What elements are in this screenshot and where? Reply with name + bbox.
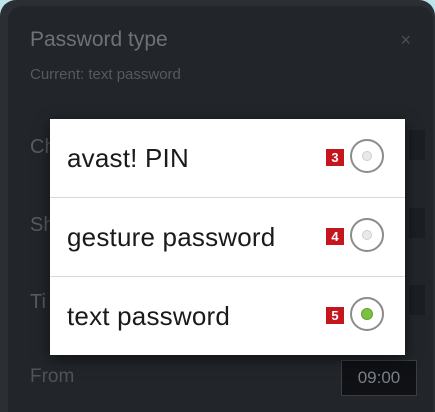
radio-dot	[362, 230, 372, 240]
password-type-dialog: avast! PIN 3 gesture password 4 text pas…	[50, 119, 405, 355]
option-label: avast! PIN	[67, 143, 189, 173]
screen-subtitle: Current: text password	[30, 66, 181, 83]
from-time-field[interactable]: 09:00	[341, 360, 417, 396]
option-gesture-password[interactable]: gesture password 4	[50, 198, 405, 276]
option-avast-pin[interactable]: avast! PIN 3	[50, 119, 405, 197]
callout-badge: 4	[326, 228, 344, 245]
radio-dot	[362, 151, 372, 161]
close-icon[interactable]: ×	[400, 30, 411, 51]
settings-row-control	[409, 285, 425, 315]
callout-badge: 5	[326, 307, 344, 324]
settings-row-control	[409, 208, 425, 238]
callout-badge: 3	[326, 149, 344, 166]
screen-title: Password type	[30, 28, 168, 51]
option-label: text password	[67, 301, 231, 331]
radio-button[interactable]	[350, 139, 384, 173]
option-text-password[interactable]: text password 5	[50, 277, 405, 355]
settings-row-control	[409, 130, 425, 160]
radio-button[interactable]	[350, 218, 384, 252]
radio-dot	[361, 308, 373, 320]
radio-button-selected[interactable]	[350, 297, 384, 331]
option-label: gesture password	[67, 222, 276, 252]
from-label: From	[30, 366, 75, 387]
